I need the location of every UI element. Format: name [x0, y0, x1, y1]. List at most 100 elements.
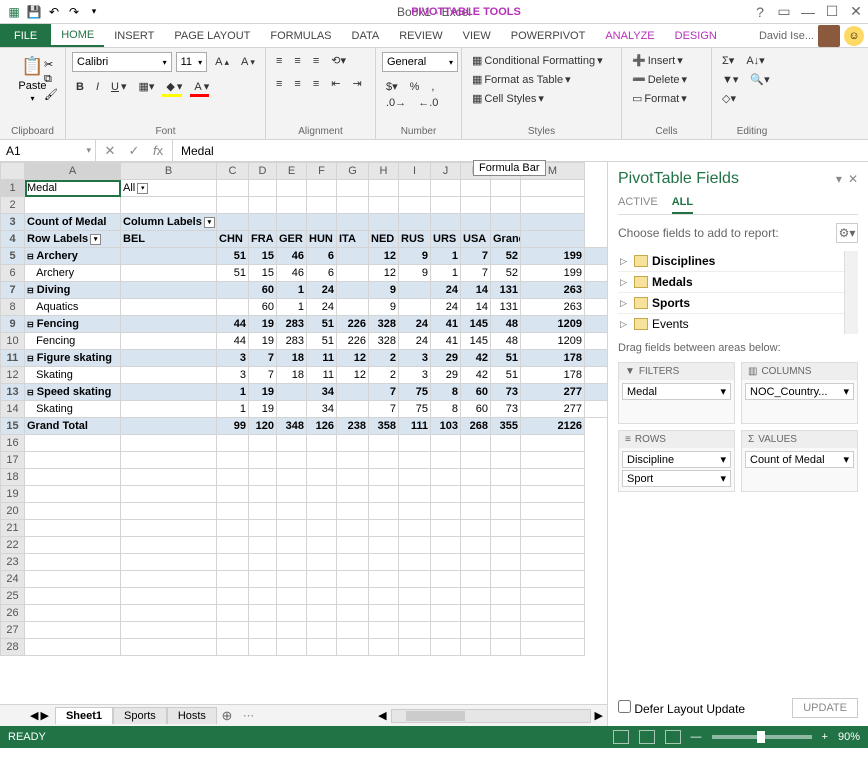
cell-styles-button[interactable]: ▦ Cell Styles▾	[468, 90, 615, 107]
view-page-break-icon[interactable]	[665, 730, 681, 744]
insert-function-icon[interactable]: fx	[146, 143, 170, 158]
col-header[interactable]: B	[121, 163, 217, 180]
zoom-slider[interactable]	[712, 735, 812, 739]
enter-formula-icon[interactable]: ✓	[122, 143, 146, 159]
col-header[interactable]: A	[25, 163, 121, 180]
col-header[interactable]: J	[431, 163, 461, 180]
col-header[interactable]: G	[337, 163, 369, 180]
view-normal-icon[interactable]	[613, 730, 629, 744]
row-pill[interactable]: Sport▾	[622, 470, 731, 487]
columns-area[interactable]: ▥COLUMNS NOC_Country...▾	[741, 362, 858, 424]
tab-powerpivot[interactable]: POWERPIVOT	[501, 24, 596, 47]
help-icon[interactable]: ?	[748, 1, 772, 23]
tab-insert[interactable]: INSERT	[104, 24, 164, 47]
align-right-icon[interactable]: ≡	[309, 76, 323, 92]
orientation-icon[interactable]: ⟲▾	[327, 52, 350, 69]
view-page-layout-icon[interactable]	[639, 730, 655, 744]
pane-tab-active[interactable]: ACTIVE	[618, 196, 658, 214]
feedback-icon[interactable]: ☺	[844, 26, 864, 46]
value-pill[interactable]: Count of Medal▾	[745, 451, 854, 468]
sort-filter-icon[interactable]: A↓▾	[742, 52, 768, 69]
underline-button[interactable]: U▾	[107, 78, 130, 95]
column-pill[interactable]: NOC_Country...▾	[745, 383, 854, 400]
qat-customize-icon[interactable]: ▾	[86, 4, 102, 20]
delete-cells-button[interactable]: ➖ Delete▾	[628, 71, 705, 88]
col-header[interactable]: E	[277, 163, 307, 180]
align-top-icon[interactable]: ≡	[272, 53, 286, 69]
align-middle-icon[interactable]: ≡	[290, 53, 304, 69]
font-name-combo[interactable]: Calibri▾	[72, 52, 172, 72]
cut-icon[interactable]: ✂	[44, 58, 58, 71]
sheet-nav-prev-icon[interactable]: ◀	[30, 709, 38, 722]
filter-pill[interactable]: Medal▾	[622, 383, 731, 400]
copy-icon[interactable]: ⧉	[44, 73, 58, 86]
zoom-level[interactable]: 90%	[838, 731, 860, 743]
insert-cells-button[interactable]: ➕ Insert▾	[628, 52, 705, 69]
rows-area[interactable]: ≡ROWS Discipline▾ Sport▾	[618, 430, 735, 492]
increase-decimal-icon[interactable]: .0→	[382, 95, 410, 111]
border-button[interactable]: ▦▾	[135, 78, 159, 95]
sheet-tab-2[interactable]: Sports	[113, 707, 167, 724]
tab-page-layout[interactable]: PAGE LAYOUT	[164, 24, 260, 47]
sheet-nav-next-icon[interactable]: ▶	[40, 709, 48, 722]
filters-area[interactable]: ▼FILTERS Medal▾	[618, 362, 735, 424]
font-size-combo[interactable]: 11▾	[176, 52, 208, 72]
ribbon-display-icon[interactable]: ▭	[772, 1, 796, 23]
field-disciplines[interactable]: ▷Disciplines	[618, 251, 858, 272]
tab-review[interactable]: REVIEW	[389, 24, 452, 47]
format-cells-button[interactable]: ▭ Format▾	[628, 90, 705, 107]
currency-icon[interactable]: $▾	[382, 78, 402, 95]
pane-close-icon[interactable]: ✕	[848, 172, 858, 186]
fill-icon[interactable]: ▼▾	[718, 71, 742, 88]
tab-view[interactable]: VIEW	[453, 24, 501, 47]
field-list[interactable]: ▷Disciplines ▷Medals ▷Sports ▷Events	[618, 251, 858, 334]
bold-button[interactable]: B	[72, 79, 88, 95]
field-sports[interactable]: ▷Sports	[618, 293, 858, 314]
filter-icon[interactable]: ▾	[204, 217, 215, 228]
tab-data[interactable]: DATA	[342, 24, 390, 47]
zoom-out-icon[interactable]: —	[691, 731, 702, 743]
horizontal-scrollbar[interactable]	[391, 709, 591, 723]
field-list-scrollbar[interactable]	[844, 251, 858, 334]
row-pill[interactable]: Discipline▾	[622, 451, 731, 468]
col-header[interactable]: F	[307, 163, 337, 180]
pane-tab-all[interactable]: ALL	[672, 196, 693, 214]
cell-a1[interactable]: Medal	[25, 180, 121, 197]
filter-icon[interactable]: ▾	[90, 234, 101, 245]
avatar[interactable]	[818, 25, 840, 47]
save-icon[interactable]: 💾	[26, 4, 42, 20]
number-format-combo[interactable]: General▾	[382, 52, 458, 72]
scroll-left-icon[interactable]: ◀	[374, 709, 390, 722]
zoom-in-icon[interactable]: +	[822, 731, 828, 743]
increase-font-icon[interactable]: A▴	[211, 54, 233, 70]
comma-icon[interactable]: ,	[427, 79, 438, 95]
user-name[interactable]: David Ise...	[759, 30, 814, 42]
sheet-tab-3[interactable]: Hosts	[167, 707, 217, 724]
tab-formulas[interactable]: FORMULAS	[260, 24, 341, 47]
field-medals[interactable]: ▷Medals	[618, 272, 858, 293]
decrease-indent-icon[interactable]: ⇤	[327, 75, 344, 92]
align-bottom-icon[interactable]: ≡	[309, 53, 323, 69]
filter-icon[interactable]: ▾	[137, 183, 148, 194]
fill-color-button[interactable]: ◆▾	[162, 78, 186, 95]
font-color-button[interactable]: A▾	[190, 78, 213, 95]
redo-icon[interactable]: ↷	[66, 4, 82, 20]
col-header[interactable]: I	[399, 163, 431, 180]
col-header[interactable]: D	[249, 163, 277, 180]
defer-checkbox[interactable]: Defer Layout Update	[618, 700, 745, 716]
sheet-grid[interactable]: A B C D E F G H I J K L M 1MedalAll▾ 2 3…	[0, 162, 607, 656]
tab-design[interactable]: DESIGN	[665, 24, 727, 47]
decrease-font-icon[interactable]: A▾	[237, 54, 259, 70]
tab-analyze[interactable]: ANALYZE	[595, 24, 664, 47]
increase-indent-icon[interactable]: ⇥	[348, 75, 365, 92]
tools-icon[interactable]: ⚙▾	[836, 223, 858, 243]
tab-file[interactable]: FILE	[0, 24, 51, 47]
clear-icon[interactable]: ◇▾	[718, 90, 740, 107]
conditional-formatting-button[interactable]: ▦ Conditional Formatting▾	[468, 52, 615, 69]
values-area[interactable]: ΣVALUES Count of Medal▾	[741, 430, 858, 492]
align-left-icon[interactable]: ≡	[272, 76, 286, 92]
maximize-icon[interactable]: ☐	[820, 1, 844, 23]
decrease-decimal-icon[interactable]: ←.0	[414, 95, 442, 111]
close-icon[interactable]: ✕	[844, 1, 868, 23]
formula-bar-input[interactable]: Medal Formula Bar	[173, 140, 868, 161]
